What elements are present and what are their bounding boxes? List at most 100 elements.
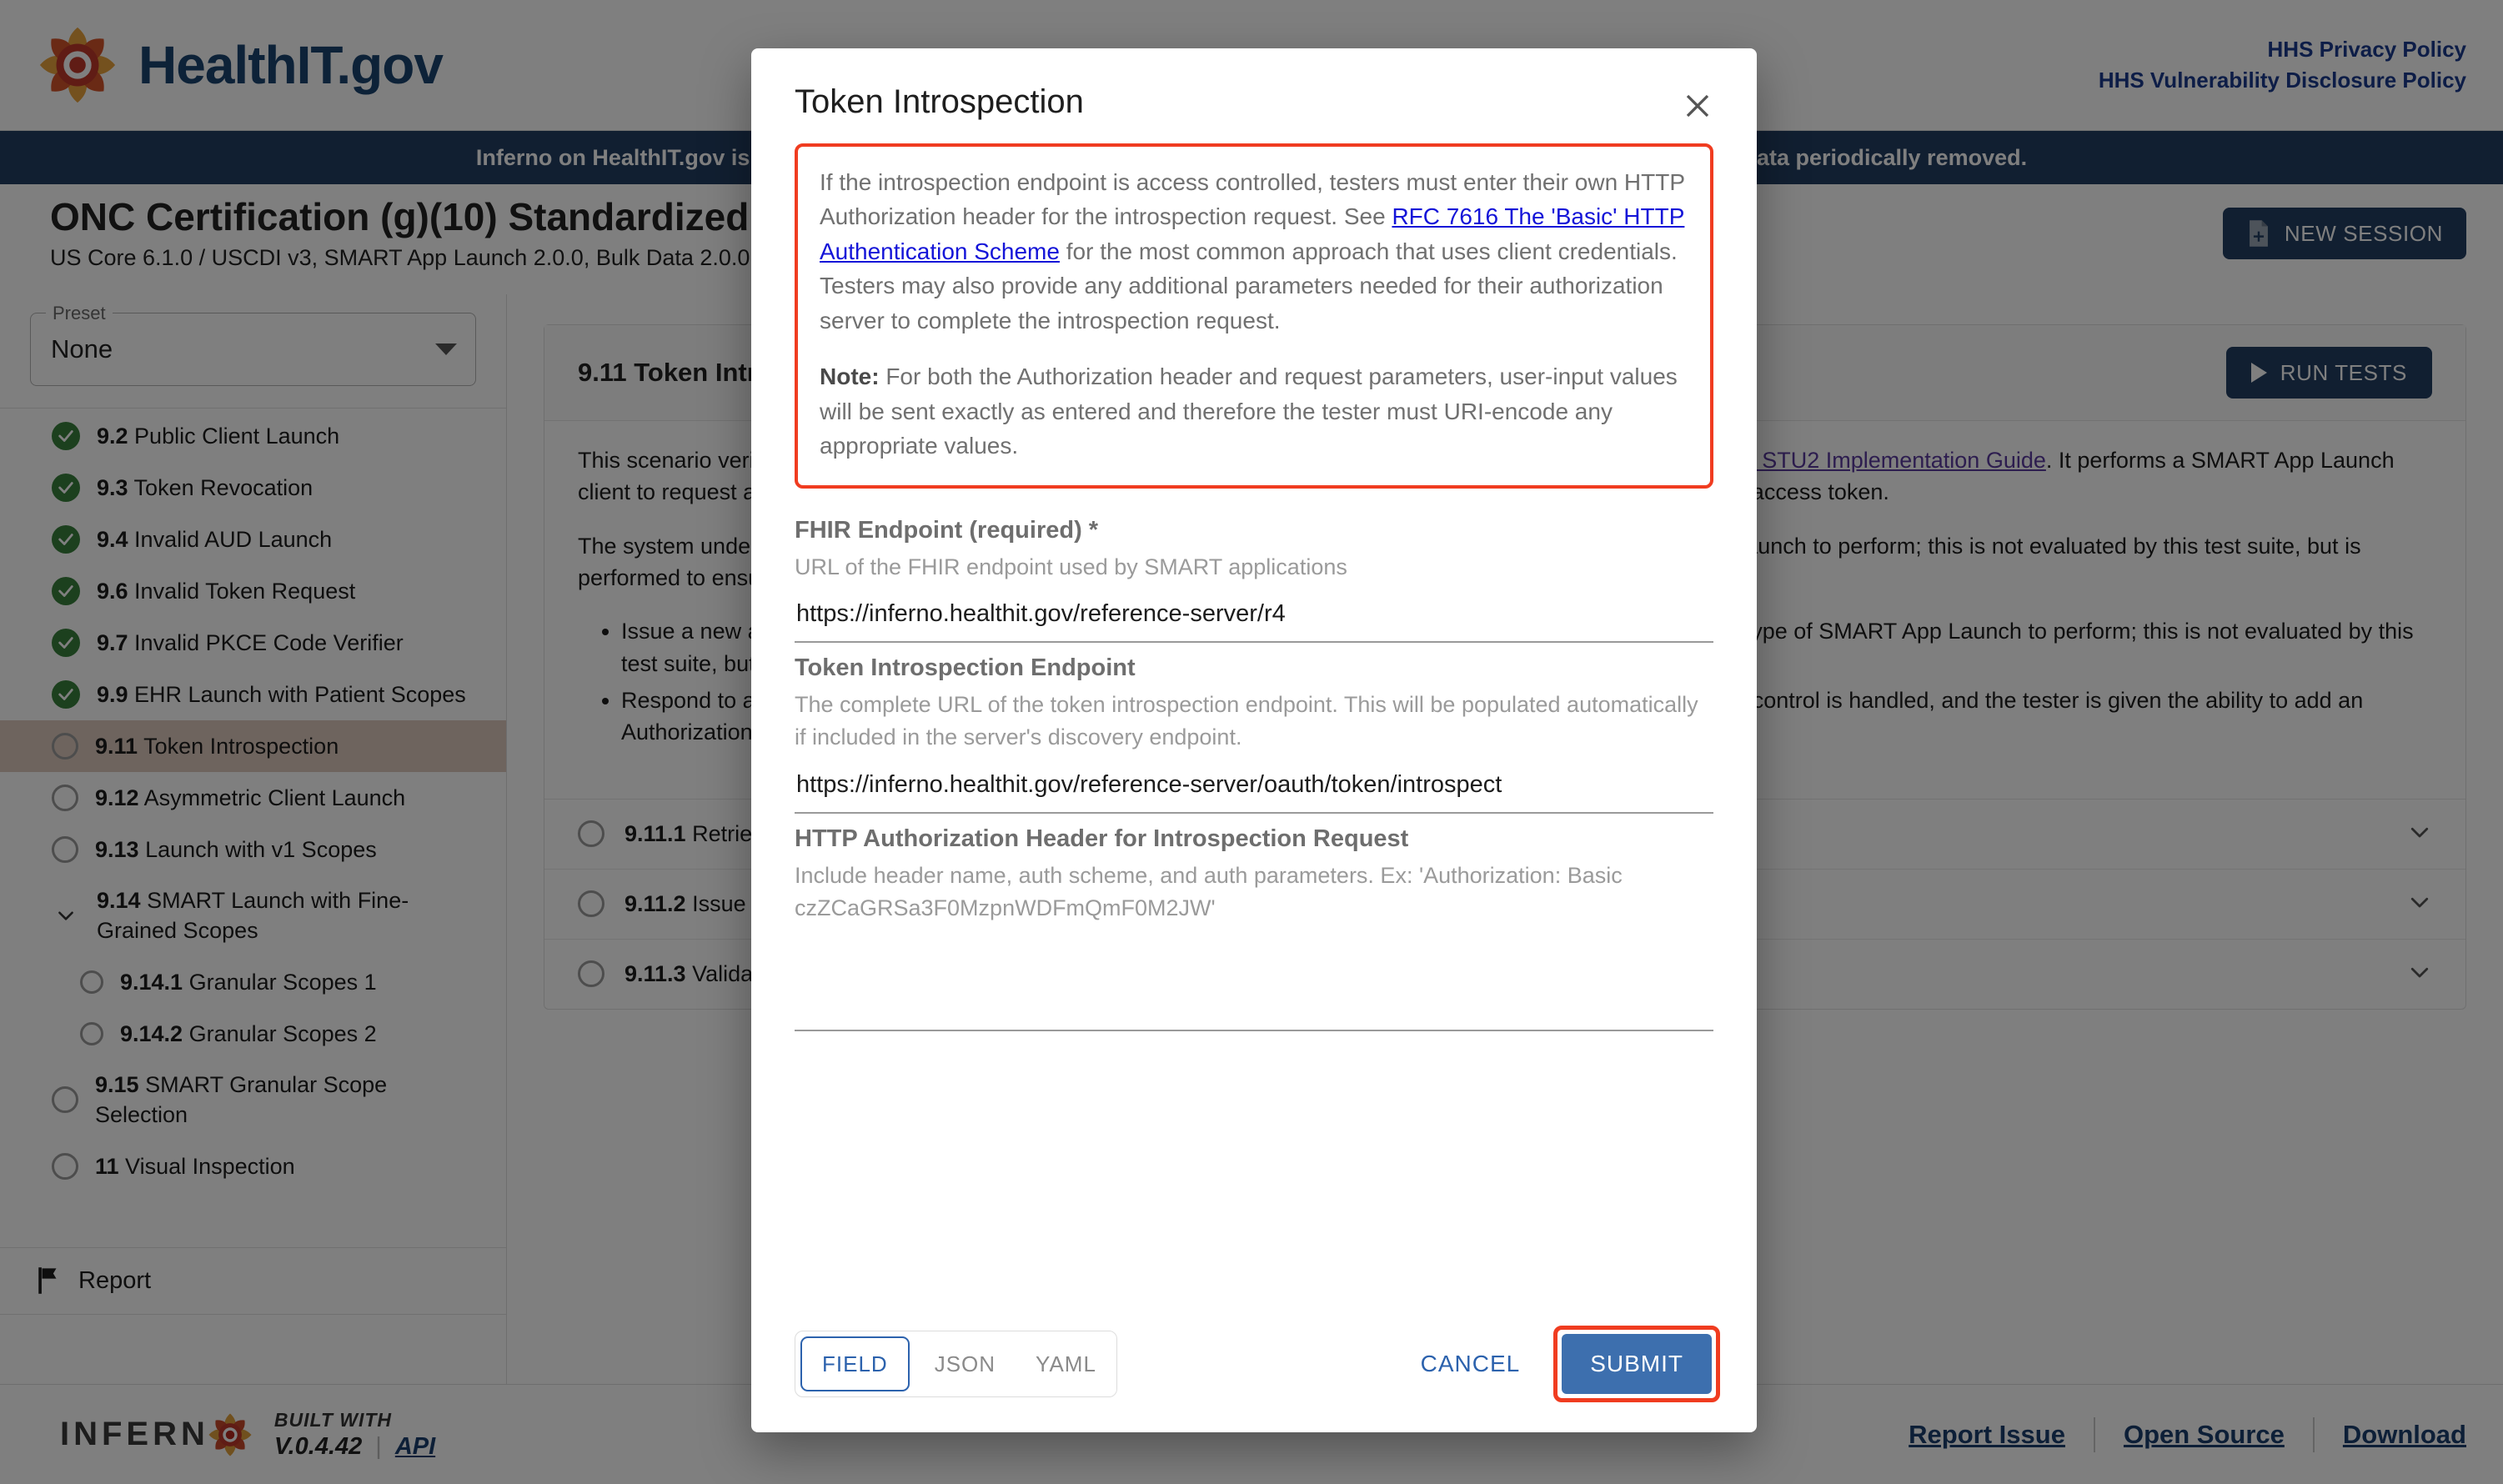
status-none-icon <box>578 890 604 918</box>
chevron-down-icon[interactable] <box>52 905 80 926</box>
play-icon <box>2250 363 2267 383</box>
form-field-group: FHIR Endpoint (required) * URL of the FHI… <box>795 517 1713 643</box>
status-none-icon <box>80 970 103 994</box>
sidebar-item-9-14-1[interactable]: 9.14.1 Granular Scopes 1 <box>0 956 506 1008</box>
new-session-button[interactable]: NEW SESSION <box>2222 208 2466 259</box>
hhs-privacy-policy-link[interactable]: HHS Privacy Policy <box>2099 37 2466 63</box>
footer-links: Report Issue Open Source Download <box>1909 1416 2466 1452</box>
format-toggle-group: FIELD JSON YAML <box>795 1331 1117 1397</box>
modal-field-list: FHIR Endpoint (required) * URL of the FHI… <box>795 517 1713 1031</box>
modal-footer: FIELD JSON YAML CANCEL SUBMIT <box>751 1306 1757 1432</box>
chevron-down-icon[interactable] <box>2407 890 2432 919</box>
version-label: V.0.4.42 <box>273 1432 363 1460</box>
footer-link-open-source[interactable]: Open Source <box>2124 1420 2285 1450</box>
sidebar-item-report[interactable]: Report <box>0 1246 506 1314</box>
token-introspection-modal: Token Introspection If the introspection… <box>751 48 1757 1432</box>
cancel-button[interactable]: CANCEL <box>1401 1351 1541 1377</box>
sidebar-item-9-11[interactable]: 9.11 Token Introspection <box>0 720 506 772</box>
sidebar-item-9-13[interactable]: 9.13 Launch with v1 Scopes <box>0 824 506 875</box>
sidebar-item-label: 9.2 Public Client Launch <box>97 423 340 449</box>
preset-section: Preset None <box>0 294 506 409</box>
sidebar-item-label: 9.9 EHR Launch with Patient Scopes <box>97 681 466 707</box>
version-row: V.0.4.42 | API <box>274 1433 435 1461</box>
status-pass-icon <box>52 422 80 450</box>
sidebar-item-9-15[interactable]: 9.15 SMART Granular Scope Selection <box>0 1060 506 1141</box>
field-label: Token Introspection Endpoint <box>795 654 1136 681</box>
hhs-vulnerability-disclosure-link[interactable]: HHS Vulnerability Disclosure Policy <box>2099 68 2466 93</box>
field-label: HTTP Authorization Header for Introspect… <box>795 825 1409 852</box>
sidebar-item-9-6[interactable]: 9.6 Invalid Token Request <box>0 565 506 617</box>
close-x-glyph <box>1686 94 1709 118</box>
sidebar-item-label: 9.14 SMART Launch with Fine-Grained Scop… <box>97 888 409 944</box>
footer-link-report-issue[interactable]: Report Issue <box>1909 1420 2065 1450</box>
inferno-logo: INFERN <box>60 1411 254 1459</box>
new-document-icon <box>2249 220 2268 247</box>
close-icon[interactable] <box>1675 83 1720 128</box>
modal-header: Token Introspection <box>751 48 1757 143</box>
preset-select[interactable]: Preset None <box>30 303 476 386</box>
status-pass-icon <box>52 525 80 554</box>
status-pass-icon <box>52 629 80 657</box>
brand[interactable]: HealthIT.gov <box>37 24 444 106</box>
sidebar-item-number: 9.14.2 <box>120 1020 183 1046</box>
sidebar-item-number: 9.7 <box>97 629 128 655</box>
chevron-down-icon[interactable] <box>2407 820 2432 849</box>
format-button-yaml[interactable]: YAML <box>1016 1331 1116 1396</box>
sidebar-item-9-3[interactable]: 9.3 Token Revocation <box>0 462 506 514</box>
format-button-field[interactable]: FIELD <box>800 1336 910 1391</box>
callout-note-text: For both the Authorization header and re… <box>820 363 1678 459</box>
sidebar-item-9-14-2[interactable]: 9.14.2 Granular Scopes 2 <box>0 1008 506 1060</box>
form-field-group: Token Introspection Endpoint The complete… <box>795 654 1713 814</box>
sidebar-item-label: 11 Visual Inspection <box>95 1153 295 1179</box>
callout-note-label: Note: <box>820 363 880 390</box>
field-help-text: Include header name, auth scheme, and au… <box>795 862 1623 921</box>
sidebar-item-number: 9.6 <box>97 578 128 604</box>
sidebar-item-9-2[interactable]: 9.2 Public Client Launch <box>0 410 506 462</box>
sidebar-item-11[interactable]: 11 Visual Inspection <box>0 1141 506 1192</box>
status-none-icon <box>52 733 78 760</box>
sidebar-item-9-9[interactable]: 9.9 EHR Launch with Patient Scopes <box>0 669 506 720</box>
http-authorization-header-for-introspection-request-input[interactable] <box>795 935 1713 1031</box>
sidebar-item-9-14[interactable]: 9.14 SMART Launch with Fine-Grained Scop… <box>0 875 506 956</box>
status-none-icon <box>52 785 78 811</box>
sidebar-item-9-7[interactable]: 9.7 Invalid PKCE Code Verifier <box>0 617 506 669</box>
sidebar-item-9-4[interactable]: 9.4 Invalid AUD Launch <box>0 514 506 565</box>
sidebar-item-label: 9.4 Invalid AUD Launch <box>97 526 333 552</box>
run-tests-label: RUN TESTS <box>2280 359 2407 385</box>
footer-link-download[interactable]: Download <box>2343 1420 2466 1450</box>
status-pass-icon <box>52 680 80 709</box>
preset-legend: Preset <box>46 303 113 324</box>
sidebar-test-list: 9.2 Public Client Launch 9.3 Token Revoca… <box>0 409 506 1247</box>
run-tests-button[interactable]: RUN TESTS <box>2225 347 2432 399</box>
modal-body: If the introspection endpoint is access … <box>751 143 1757 1306</box>
token-introspection-endpoint-input[interactable] <box>795 764 1713 814</box>
sidebar-item-label: 9.6 Invalid Token Request <box>97 578 356 604</box>
sidebar-item-number: 9.14 <box>97 888 141 913</box>
sidebar-item-9-12[interactable]: 9.12 Asymmetric Client Launch <box>0 772 506 824</box>
fhir-endpoint-required-input[interactable] <box>795 593 1713 643</box>
built-with-label: BUILT WITH <box>273 1408 393 1431</box>
api-link[interactable]: API <box>395 1433 435 1461</box>
status-none-icon <box>578 820 604 848</box>
divider: | <box>375 1432 382 1460</box>
sidebar-item-number: 9.2 <box>97 423 128 449</box>
status-none-icon <box>52 836 78 863</box>
sidebar-item-number: 9.4 <box>97 526 128 552</box>
status-none-icon <box>52 1152 78 1180</box>
format-button-json[interactable]: JSON <box>914 1331 1016 1396</box>
built-with-block: BUILT WITH V.0.4.42 | API <box>274 1409 435 1461</box>
preset-value: None <box>51 334 113 363</box>
chevron-down-icon[interactable] <box>2407 960 2432 989</box>
new-session-label: NEW SESSION <box>2284 220 2443 246</box>
divider <box>2093 1416 2095 1452</box>
sidebar-item-number: 9.13 <box>95 836 139 862</box>
status-none-icon <box>80 1021 103 1045</box>
sidebar-item-number: 9.11 <box>95 733 138 759</box>
submit-button[interactable]: SUBMIT <box>1562 1334 1712 1394</box>
field-help-text: The complete URL of the token introspect… <box>795 691 1698 750</box>
sidebar-item-label: 9.3 Token Revocation <box>97 474 314 500</box>
divider <box>2312 1416 2315 1452</box>
sidebar-item-report-label: Report <box>78 1266 152 1294</box>
status-pass-icon <box>52 474 80 502</box>
field-label: FHIR Endpoint (required) * <box>795 516 1099 544</box>
